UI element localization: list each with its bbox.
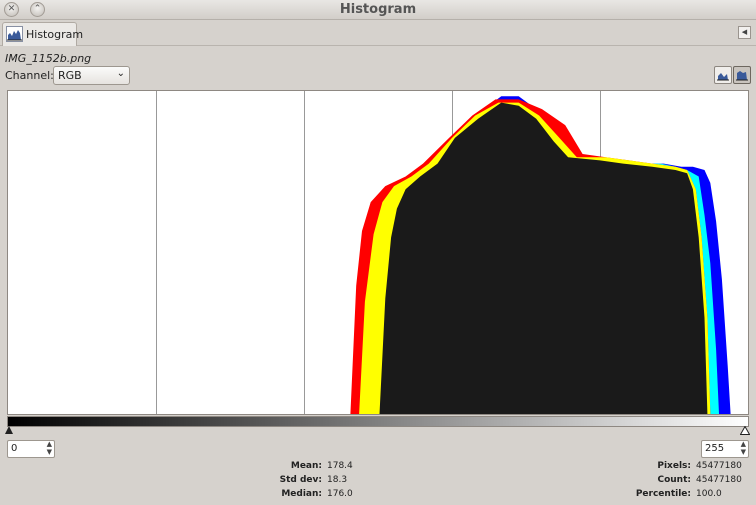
median-label: Median: bbox=[281, 489, 322, 499]
histogram-chart bbox=[156, 91, 731, 414]
mean-label: Mean: bbox=[290, 461, 322, 471]
linear-histogram-button[interactable] bbox=[714, 66, 732, 84]
percentile-value: 100.0 bbox=[696, 489, 722, 499]
range-end-marker[interactable] bbox=[740, 426, 750, 435]
window-title: Histogram bbox=[339, 2, 417, 17]
channel-select-value: RGB bbox=[58, 69, 82, 82]
mean-value: 178.4 bbox=[327, 461, 353, 471]
logarithmic-histogram-button[interactable] bbox=[733, 66, 751, 84]
chevron-down-icon: ⌄ bbox=[116, 68, 125, 79]
stddev-value: 18.3 bbox=[327, 475, 348, 485]
percentile-label: Percentile: bbox=[635, 489, 691, 499]
pixels-label: Pixels: bbox=[657, 461, 691, 471]
spin-arrows-icon[interactable]: ▲ ▼ bbox=[741, 440, 746, 456]
histogram-plot[interactable] bbox=[7, 90, 749, 415]
range-low-spin[interactable]: 0 ▲ ▼ bbox=[7, 440, 55, 458]
dock-tab-bar: Histogram ◀ bbox=[0, 21, 756, 46]
spin-arrows-icon[interactable]: ▲ ▼ bbox=[47, 440, 52, 456]
histogram-icon bbox=[6, 26, 23, 42]
histogram-series-gray bbox=[379, 102, 708, 414]
title-bar: ✕ ⌃ Histogram bbox=[0, 0, 756, 20]
range-high-spin[interactable]: 255 ▲ ▼ bbox=[701, 440, 749, 458]
range-start-marker[interactable] bbox=[5, 426, 13, 434]
tab-histogram[interactable]: Histogram bbox=[2, 22, 83, 46]
range-low-value: 0 bbox=[11, 443, 18, 454]
count-value: 45477180 bbox=[696, 475, 742, 485]
image-name: IMG_1152b.png bbox=[5, 52, 92, 65]
log-scale-icon bbox=[736, 71, 748, 81]
value-gradient-bar bbox=[7, 416, 749, 427]
median-value: 176.0 bbox=[327, 489, 353, 499]
tab-label: Histogram bbox=[26, 28, 84, 41]
count-label: Count: bbox=[657, 475, 691, 485]
stddev-label: Std dev: bbox=[279, 475, 322, 485]
pixels-value: 45477180 bbox=[696, 461, 742, 471]
linear-scale-icon bbox=[717, 73, 729, 81]
range-high-value: 255 bbox=[705, 443, 725, 454]
tab-menu-icon[interactable]: ◀ bbox=[738, 26, 751, 39]
channel-select[interactable]: RGB ⌄ bbox=[53, 66, 130, 85]
channel-label: Channel: bbox=[5, 69, 54, 82]
